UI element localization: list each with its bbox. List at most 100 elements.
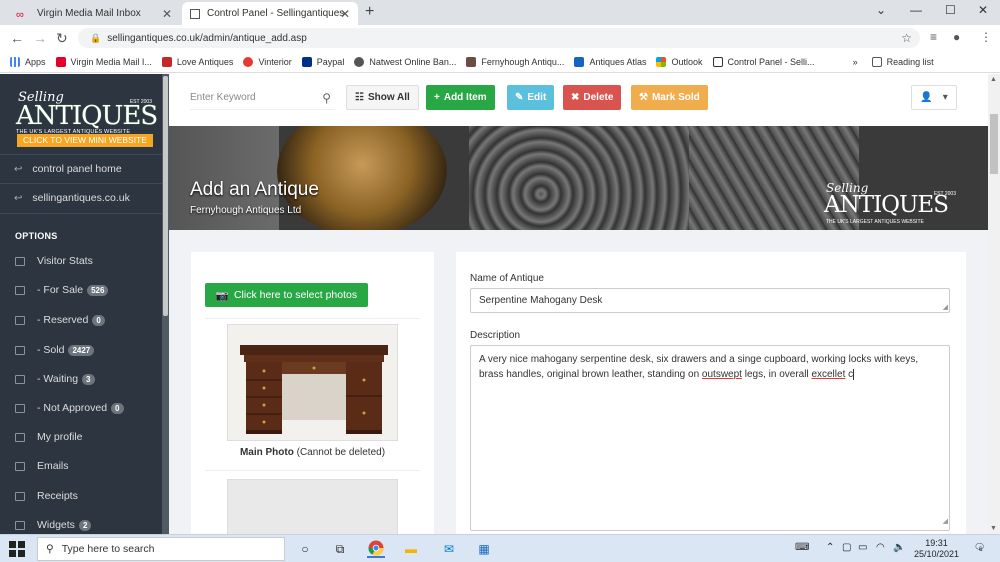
mark-sold-button[interactable]: ⚒ Mark Sold — [631, 85, 708, 110]
add-item-button[interactable]: + Add Item — [426, 85, 495, 110]
main-content: Enter Keyword ⚲ ☷ Show All + Add Item ✎ Edi… — [169, 74, 988, 534]
user-menu-button[interactable]: 👤 ▾ — [911, 85, 957, 110]
system-clock[interactable]: 19:31 25/10/2021 — [914, 538, 959, 560]
paypal-icon — [301, 56, 312, 67]
sidebar-link-control-panel-home[interactable]: ↩ control panel home — [14, 163, 122, 175]
sidebar-scrollbar[interactable] — [162, 74, 169, 534]
close-tab-icon[interactable]: ✕ — [340, 7, 350, 21]
reading-list-toggle-icon[interactable]: ≡ — [930, 30, 937, 44]
reading-list-button[interactable]: Reading list — [871, 56, 934, 67]
bookmark-natwest[interactable]: Natwest Online Ban... — [354, 56, 456, 67]
view-mini-website-button[interactable]: CLICK TO VIEW MINI WEBSITE — [17, 134, 153, 147]
bookmark-apps[interactable]: Apps — [10, 56, 46, 67]
notifications-icon[interactable]: 🗨 6 — [974, 542, 985, 553]
bookmark-fernyhough[interactable]: Fernyhough Antiqu... — [466, 56, 564, 67]
scroll-up-icon[interactable]: ▲ — [990, 76, 997, 83]
windows-taskbar: ⚲ Type here to search ○ ⧉ ▬ ✉ ▦ ⌨ ⌃ ▢ ▭ … — [0, 534, 1000, 562]
keyboard-icon[interactable]: ⌨ — [795, 542, 809, 553]
file-explorer-icon[interactable]: ▬ — [402, 540, 420, 558]
close-window-icon[interactable]: ✕ — [978, 3, 988, 17]
bookmark-star-icon[interactable]: ☆ — [901, 31, 912, 45]
bookmark-control-panel[interactable]: Control Panel - Selli... — [712, 56, 815, 67]
profile-icon[interactable]: ● — [953, 30, 960, 44]
wifi-icon[interactable]: ◠ — [876, 542, 885, 553]
description-textarea[interactable]: A very nice mahogany serpentine desk, si… — [470, 345, 950, 531]
page-scrollbar[interactable]: ▲ ▼ — [988, 74, 1000, 534]
scroll-down-icon[interactable]: ▼ — [990, 525, 997, 532]
reload-icon[interactable]: ↻ — [56, 30, 68, 47]
main-photo-caption: Main Photo (Cannot be deleted) — [239, 447, 386, 458]
desk-photo — [228, 325, 397, 440]
resize-handle-icon[interactable]: ◢ — [943, 514, 948, 529]
user-icon: 👤 — [920, 92, 933, 103]
show-hidden-icons-icon[interactable]: ⌃ — [826, 542, 834, 553]
battery-icon[interactable]: ▭ — [858, 542, 867, 553]
bookmark-outlook[interactable]: Outlook — [656, 56, 703, 67]
sidebar-item-not-approved[interactable]: - Not Approved 0 — [15, 402, 124, 414]
keyword-search-input[interactable]: Enter Keyword ⚲ — [190, 86, 335, 110]
tab-label: Control Panel - Sellingantiques — [207, 8, 345, 19]
toolbar: Enter Keyword ⚲ ☷ Show All + Add Item ✎ Edi… — [169, 74, 988, 126]
receipt-icon — [15, 491, 25, 501]
sidebar-item-waiting[interactable]: - Waiting 3 — [15, 373, 95, 385]
scrollbar-thumb[interactable] — [163, 76, 168, 316]
sidebar-item-sold[interactable]: - Sold 2427 — [15, 344, 95, 356]
sidebar-item-emails[interactable]: Emails — [15, 460, 69, 472]
forward-icon[interactable]: → — [33, 30, 47, 46]
lock-icon: 🔒 — [90, 32, 102, 43]
photos-panel: 📷 Click here to select photos Main Photo… — [191, 252, 434, 534]
url-bar[interactable]: 🔒 sellingantiques.co.uk/admin/antique_ad… — [78, 28, 920, 48]
mail-icon[interactable]: ✉ — [440, 540, 458, 558]
main-photo-thumbnail[interactable] — [227, 324, 398, 441]
windows-start-icon[interactable] — [9, 541, 25, 557]
close-tab-icon[interactable]: ✕ — [162, 7, 172, 21]
resize-handle-icon[interactable]: ◢ — [943, 303, 948, 311]
select-photos-button[interactable]: 📷 Click here to select photos — [205, 283, 368, 307]
tab-search-chevron-icon[interactable]: ⌄ — [876, 3, 886, 17]
divider — [0, 213, 162, 214]
spellcheck-word: excellet — [811, 369, 846, 380]
bookmark-paypal[interactable]: Paypal — [301, 56, 344, 67]
cortana-icon[interactable]: ○ — [296, 540, 314, 558]
meet-now-icon[interactable]: ▢ — [842, 542, 851, 553]
gavel-icon: ⚒ — [639, 92, 648, 103]
bookmark-vinterior[interactable]: Vinterior — [243, 56, 292, 67]
sidebar-item-for-sale[interactable]: - For Sale 526 — [15, 284, 109, 296]
sidebar-item-widgets[interactable]: Widgets 2 — [15, 519, 92, 531]
tab-control-panel[interactable]: Control Panel - Sellingantiques ✕ — [182, 2, 358, 25]
divider — [0, 183, 162, 184]
bookmark-love-antiques[interactable]: Love Antiques — [161, 56, 233, 67]
scrollbar-thumb[interactable] — [990, 114, 998, 174]
bar-chart-icon — [15, 256, 25, 266]
network-app-icon[interactable]: ▦ — [475, 540, 493, 558]
taskbar-search-input[interactable]: ⚲ Type here to search — [37, 537, 285, 561]
chrome-icon[interactable] — [367, 540, 385, 558]
additional-photo-thumbnail[interactable] — [227, 479, 398, 534]
divider — [205, 318, 420, 319]
antique-name-input[interactable]: Serpentine Mahogany Desk ◢ — [470, 288, 950, 313]
menu-kebab-icon[interactable]: ⋮ — [980, 30, 992, 44]
search-icon[interactable]: ⚲ — [322, 91, 331, 105]
delete-button[interactable]: ✖ Delete — [563, 85, 622, 110]
fernyhough-icon — [466, 56, 477, 67]
sidebar-item-reserved[interactable]: - Reserved 0 — [15, 314, 105, 326]
edit-button[interactable]: ✎ Edit — [507, 85, 555, 110]
task-view-icon[interactable]: ⧉ — [331, 540, 349, 558]
envelope-icon — [15, 461, 25, 471]
back-icon[interactable]: ← — [10, 30, 24, 46]
virgin-media-icon — [55, 56, 66, 67]
tab-virgin-media[interactable]: ∞ Virgin Media Mail Inbox ✕ — [8, 2, 180, 25]
bookmark-virgin[interactable]: Virgin Media Mail I... — [55, 56, 152, 67]
sidebar-item-my-profile[interactable]: My profile — [15, 431, 83, 443]
more-bookmarks-icon[interactable]: » — [853, 57, 858, 67]
virgin-media-icon: ∞ — [16, 8, 24, 21]
maximize-icon[interactable]: ☐ — [945, 3, 956, 17]
sidebar-link-sellingantiques[interactable]: ↩ sellingantiques.co.uk — [14, 192, 130, 204]
volume-icon[interactable]: 🔈 — [893, 542, 905, 553]
minimize-icon[interactable]: — — [910, 3, 922, 17]
show-all-button[interactable]: ☷ Show All — [346, 85, 419, 110]
sidebar-item-visitor-stats[interactable]: Visitor Stats — [15, 255, 93, 267]
sidebar-item-receipts[interactable]: Receipts — [15, 490, 78, 502]
bookmark-antiques-atlas[interactable]: Antiques Atlas — [574, 56, 646, 67]
new-tab-icon[interactable]: + — [365, 3, 374, 21]
